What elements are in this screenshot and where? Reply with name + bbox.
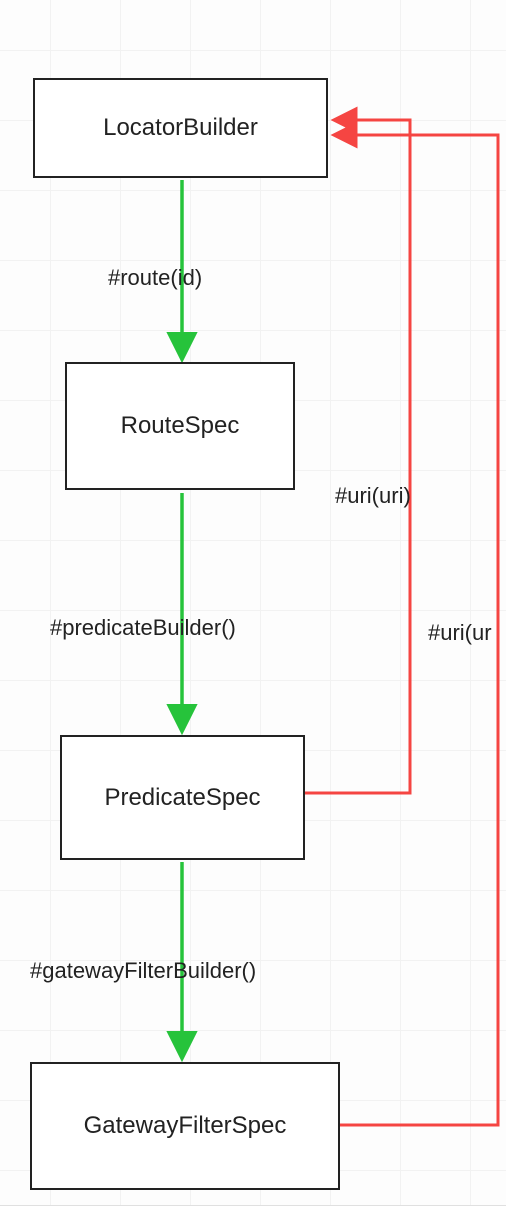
- edge-label-uri-ur-partial: #uri(ur: [428, 620, 492, 646]
- node-label: LocatorBuilder: [103, 114, 258, 142]
- edge-label-gateway-filter-builder: #gatewayFilterBuilder(): [30, 958, 256, 984]
- node-predicate-spec: PredicateSpec: [60, 735, 305, 860]
- edge-label-predicate-builder: #predicateBuilder(): [50, 615, 236, 641]
- edge-label-uri-uri: #uri(uri): [335, 483, 411, 509]
- bottom-strip: [0, 1205, 506, 1223]
- node-route-spec: RouteSpec: [65, 362, 295, 490]
- node-locator-builder: LocatorBuilder: [33, 78, 328, 178]
- connections-svg: [0, 0, 506, 1222]
- node-label: RouteSpec: [121, 412, 240, 440]
- node-label: PredicateSpec: [104, 784, 260, 812]
- edge-predicate-to-locator: [305, 120, 410, 793]
- node-label: GatewayFilterSpec: [84, 1112, 287, 1140]
- node-gateway-filter-spec: GatewayFilterSpec: [30, 1062, 340, 1190]
- edge-label-route-id: #route(id): [108, 265, 202, 291]
